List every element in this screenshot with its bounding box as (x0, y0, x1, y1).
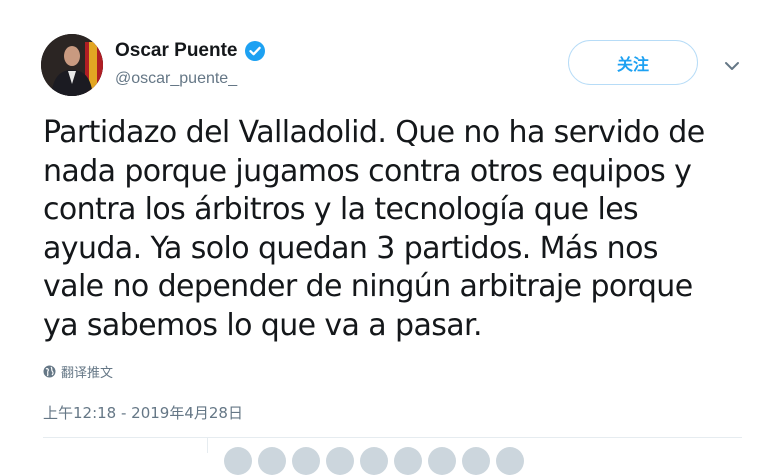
liker-avatar[interactable] (462, 447, 490, 475)
liker-avatar[interactable] (258, 447, 286, 475)
translate-label[interactable]: 翻译推文 (61, 362, 113, 381)
liker-avatar[interactable] (292, 447, 320, 475)
tweet-text: Partidazo del Valladolid. Que no ha serv… (43, 115, 705, 343)
follow-button[interactable]: 关注 (568, 40, 698, 85)
display-name-text[interactable]: Oscar Puente (115, 40, 238, 62)
chevron-down-icon[interactable] (722, 58, 742, 74)
divider (43, 437, 742, 438)
liker-avatar[interactable] (428, 447, 456, 475)
tweet-timestamp[interactable]: 上午12:18 - 2019年4月28日 (43, 402, 243, 423)
liker-avatar[interactable] (360, 447, 388, 475)
liker-avatar[interactable] (326, 447, 354, 475)
avatar[interactable] (41, 34, 103, 96)
verified-badge-icon (244, 40, 266, 62)
globe-icon (43, 365, 56, 378)
liker-avatar[interactable] (224, 447, 252, 475)
liker-avatar[interactable] (394, 447, 422, 475)
translate-tweet-link[interactable]: 翻译推文 (43, 362, 113, 381)
stats-divider (207, 438, 208, 453)
display-name[interactable]: Oscar Puente (115, 40, 266, 62)
liker-avatar[interactable] (496, 447, 524, 475)
user-handle[interactable]: @oscar_puente_ (115, 70, 237, 88)
likers-avatars[interactable] (224, 447, 524, 475)
